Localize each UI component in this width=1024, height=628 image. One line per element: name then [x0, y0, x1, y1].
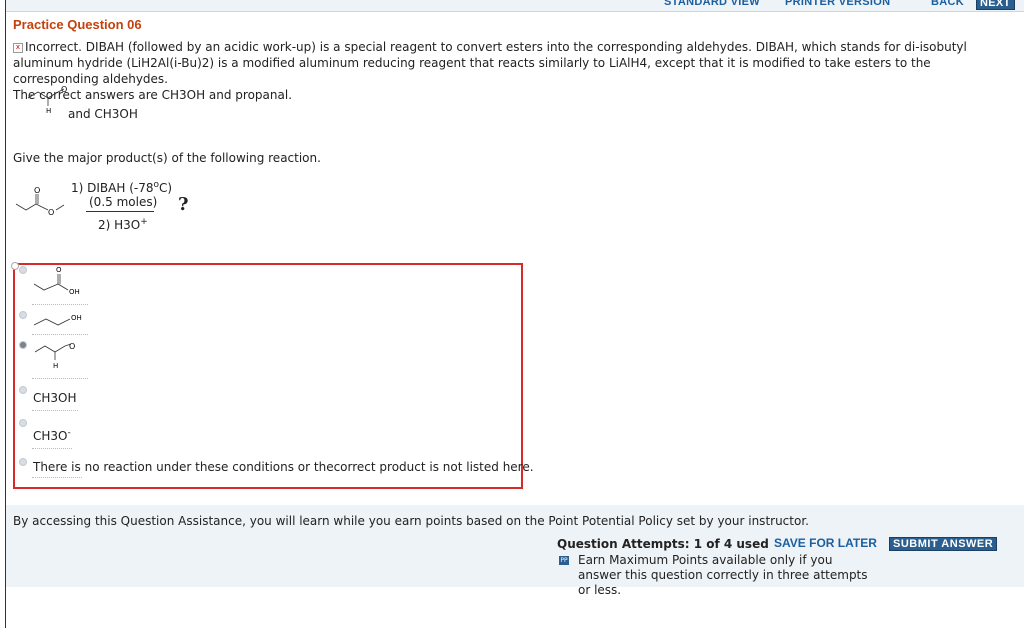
choice-separator [32, 334, 88, 336]
choice-separator [32, 448, 72, 450]
choice-separator [32, 410, 78, 412]
svg-text:O: O [69, 342, 75, 351]
choice-label-6: There is no reaction under these conditi… [33, 460, 534, 474]
printer-version-link[interactable]: PRINTER VERSION [785, 0, 890, 8]
choice-radio-4[interactable] [19, 386, 27, 394]
question-prompt: Give the major product(s) of the followi… [13, 151, 321, 165]
submit-answer-button[interactable]: SUBMIT ANSWER [889, 537, 998, 551]
reagent-step-1: 1) DIBAH (-78oC) [71, 180, 173, 195]
choice-label-5: CH3O- [33, 428, 71, 443]
feedback-block: x Incorrect. DIBAH (followed by an acidic… [13, 39, 1013, 103]
question-title: Practice Question 06 [13, 17, 142, 32]
ester-structure: O O [14, 186, 70, 218]
unknown-product: ? [178, 194, 189, 215]
choice-radio-6[interactable] [19, 458, 27, 466]
choice-radio-2[interactable] [19, 311, 27, 319]
choice-separator [32, 477, 82, 479]
reagent-step-2: 2) H3O+ [98, 217, 148, 232]
svg-text:O: O [48, 208, 54, 217]
incorrect-icon: x [13, 43, 23, 53]
propanal-structure: O H [26, 86, 70, 114]
reaction-arrow [86, 211, 154, 212]
propanol-structure: OH [32, 311, 88, 329]
earn-points-text: Earn Maximum Points available only if yo… [578, 553, 868, 597]
question-attempts: Question Attempts: 1 of 4 used [557, 537, 769, 551]
choice-label-4: CH3OH [33, 391, 77, 405]
choices-indicator [11, 262, 19, 270]
svg-text:H: H [46, 107, 51, 114]
svg-text:O: O [34, 186, 40, 195]
svg-text:O: O [56, 266, 62, 274]
choice-separator [32, 304, 88, 306]
choice-radio-5[interactable] [19, 419, 27, 427]
choice-radio-3[interactable] [19, 341, 27, 349]
svg-text:O: O [61, 86, 67, 94]
svg-text:OH: OH [69, 288, 80, 296]
reagent-moles: (0.5 moles) [89, 195, 158, 209]
save-for-later-link[interactable]: SAVE FOR LATER [774, 536, 877, 550]
answer-suffix: and CH3OH [68, 107, 138, 121]
answer-choices [13, 263, 523, 489]
feedback-text: Incorrect. DIBAH (followed by an acidic … [13, 40, 967, 86]
svg-text:OH: OH [71, 314, 82, 322]
choice-separator [32, 378, 88, 380]
standard-view-link[interactable]: STANDARD VIEW [664, 0, 760, 8]
next-button[interactable]: NEXT [976, 0, 1015, 10]
propanal-choice-structure: O H [33, 340, 83, 370]
svg-text:H: H [53, 362, 58, 370]
choice-radio-1[interactable] [19, 266, 27, 274]
back-link[interactable]: BACK [931, 0, 964, 8]
point-potential-icon: PP [559, 556, 569, 565]
assistance-disclaimer: By accessing this Question Assistance, y… [13, 514, 809, 528]
propanoic-acid-structure: O OH [32, 266, 82, 298]
